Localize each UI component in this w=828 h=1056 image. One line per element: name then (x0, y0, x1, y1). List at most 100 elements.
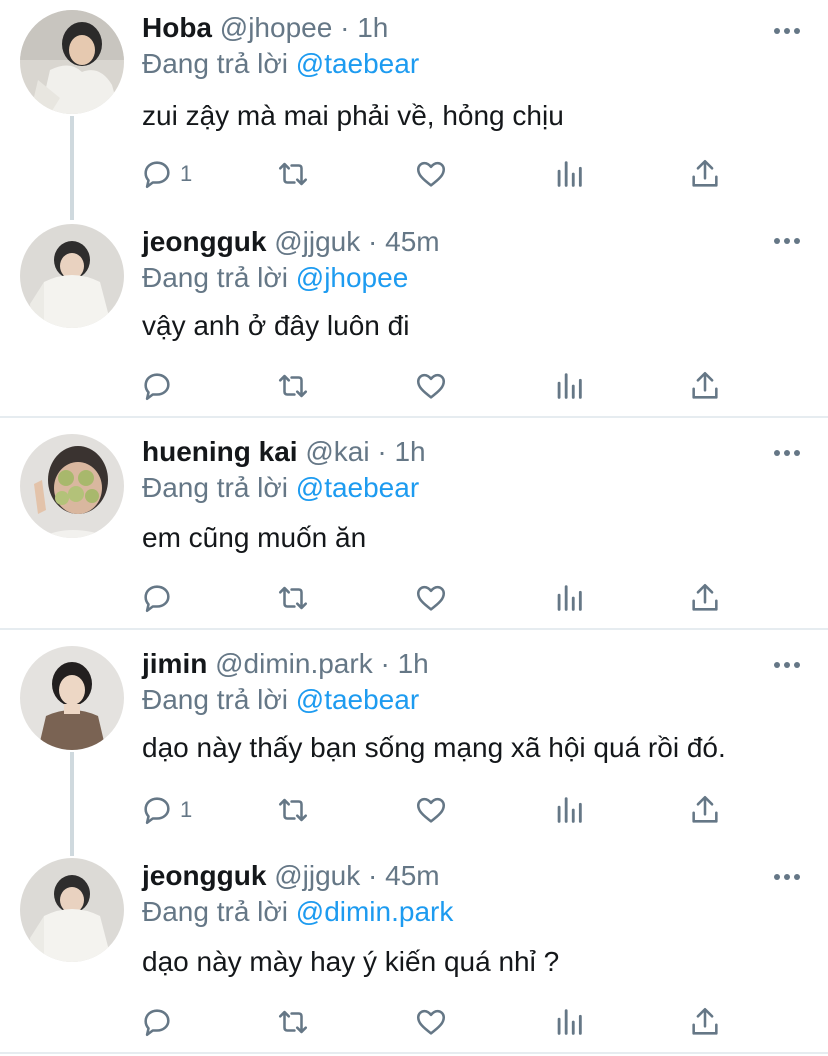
reply-mention[interactable]: @taebear (296, 48, 419, 79)
share-button[interactable] (688, 1000, 722, 1044)
more-options-icon[interactable] (772, 226, 802, 256)
retweet-icon (278, 586, 308, 610)
retweet-icon (278, 374, 308, 398)
heart-icon (416, 1009, 446, 1035)
heart-icon (416, 373, 446, 399)
avatar[interactable] (20, 10, 124, 114)
display-name[interactable]: jimin (142, 648, 207, 679)
reply-icon (144, 797, 170, 825)
tweet-text: dạo này mày hay ý kiến quá nhỉ ? (142, 946, 560, 977)
share-button[interactable] (688, 788, 722, 832)
timestamp[interactable]: 45m (385, 226, 439, 257)
analytics-icon (557, 585, 582, 611)
tweet-text: vậy anh ở đây luôn đi (142, 310, 410, 341)
share-icon (692, 159, 718, 187)
analytics-button[interactable] (552, 576, 586, 620)
user-handle[interactable]: @jjguk (274, 860, 360, 891)
timestamp[interactable]: 1h (394, 436, 425, 467)
analytics-button[interactable] (552, 788, 586, 832)
timestamp[interactable]: 1h (398, 648, 429, 679)
tweet[interactable]: jeongguk @jjguk · 45m Đang trả lời @dimi… (0, 842, 828, 1052)
user-handle[interactable]: @jjguk (274, 226, 360, 257)
like-button[interactable] (414, 788, 448, 832)
more-options-icon[interactable] (772, 16, 802, 46)
tweet-header: jimin @dimin.park · 1h (142, 646, 429, 682)
reply-mention[interactable]: @jhopee (296, 262, 409, 293)
display-name[interactable]: jeongguk (142, 860, 266, 891)
display-name[interactable]: huening kai (142, 436, 298, 467)
retweet-button[interactable] (276, 364, 310, 408)
heart-icon (416, 161, 446, 187)
reply-prefix: Đang trả lời (142, 684, 288, 715)
tweet-header: jeongguk @jjguk · 45m (142, 858, 440, 894)
more-options-icon[interactable] (772, 862, 802, 892)
tweet[interactable]: jeongguk @jjguk · 45m Đang trả lời @jhop… (0, 212, 828, 416)
tweet[interactable]: Hoba @jhopee · 1h Đang trả lời @taebear … (0, 0, 828, 212)
retweet-button[interactable] (276, 152, 310, 196)
replying-to: Đang trả lời @jhopee (142, 260, 408, 296)
more-options-icon[interactable] (772, 438, 802, 468)
avatar[interactable] (20, 434, 124, 538)
analytics-button[interactable] (552, 1000, 586, 1044)
reply-button[interactable] (140, 364, 180, 408)
share-button[interactable] (688, 364, 722, 408)
tweet-actions (140, 1000, 740, 1044)
avatar[interactable] (20, 224, 124, 328)
tweet[interactable]: huening kai @kai · 1h Đang trả lời @taeb… (0, 418, 828, 628)
separator-dot: · (368, 860, 378, 891)
share-button[interactable] (688, 576, 722, 620)
display-name[interactable]: Hoba (142, 12, 212, 43)
user-handle[interactable]: @kai (305, 436, 369, 467)
avatar[interactable] (20, 646, 124, 750)
reply-count: 1 (180, 797, 193, 822)
reply-button[interactable]: 1 (140, 152, 192, 196)
like-button[interactable] (414, 576, 448, 620)
heart-icon (416, 797, 446, 823)
heart-icon (416, 585, 446, 611)
analytics-button[interactable] (552, 152, 586, 196)
like-button[interactable] (414, 1000, 448, 1044)
retweet-button[interactable] (276, 1000, 310, 1044)
user-handle[interactable]: @dimin.park (215, 648, 373, 679)
share-button[interactable] (688, 152, 722, 196)
reply-mention[interactable]: @taebear (296, 684, 419, 715)
like-button[interactable] (414, 364, 448, 408)
reply-button[interactable] (140, 1000, 180, 1044)
reply-icon (144, 1009, 170, 1037)
tweet-text: dạo này thấy bạn sống mạng xã hội quá rồ… (142, 732, 726, 763)
reply-button[interactable]: 1 (140, 788, 192, 832)
timestamp[interactable]: 1h (357, 12, 388, 43)
analytics-icon (557, 1009, 582, 1035)
like-button[interactable] (414, 152, 448, 196)
replying-to: Đang trả lời @taebear (142, 470, 419, 506)
separator-dot: · (368, 226, 378, 257)
tweet-actions: 1 (140, 152, 740, 196)
replying-to: Đang trả lời @dimin.park (142, 894, 453, 930)
retweet-button[interactable] (276, 788, 310, 832)
tweet-actions: 1 (140, 788, 740, 832)
tweet-actions (140, 576, 740, 620)
tweet[interactable]: jimin @dimin.park · 1h Đang trả lời @tae… (0, 630, 828, 842)
timestamp[interactable]: 45m (385, 860, 439, 891)
reply-mention[interactable]: @dimin.park (296, 896, 454, 927)
retweet-button[interactable] (276, 576, 310, 620)
separator-dot: · (377, 436, 387, 467)
user-handle[interactable]: @jhopee (220, 12, 333, 43)
tweet-text: zui zậy mà mai phải về, hỏng chịu (142, 100, 564, 131)
separator-dot: · (380, 648, 390, 679)
more-options-icon[interactable] (772, 650, 802, 680)
tweet-text: em cũng muốn ăn (142, 522, 367, 553)
share-icon (692, 795, 718, 823)
display-name[interactable]: jeongguk (142, 226, 266, 257)
retweet-icon (278, 162, 308, 186)
reply-icon (144, 585, 170, 613)
analytics-icon (557, 373, 582, 399)
separator-dot: · (340, 12, 350, 43)
reply-button[interactable] (140, 576, 180, 620)
retweet-icon (278, 1010, 308, 1034)
reply-mention[interactable]: @taebear (296, 472, 419, 503)
divider (0, 1052, 828, 1054)
analytics-button[interactable] (552, 364, 586, 408)
avatar[interactable] (20, 858, 124, 962)
share-icon (692, 1007, 718, 1035)
